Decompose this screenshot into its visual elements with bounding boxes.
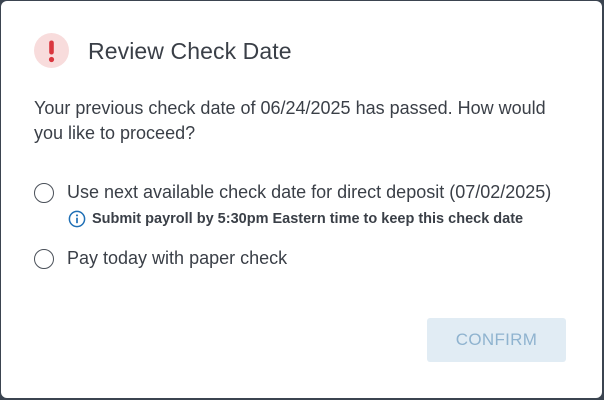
dialog-message: Your previous check date of 06/24/2025 h… [34,98,546,143]
option-direct-deposit[interactable]: Use next available check date for direct… [34,182,551,203]
option-paper-check-label: Pay today with paper check [67,248,288,268]
dialog-title: Review Check Date [88,38,292,64]
review-check-date-dialog: Review Check Date Your previous check da… [1,1,602,398]
radio-direct-deposit[interactable] [34,182,54,203]
radio-paper-check[interactable] [34,248,54,269]
confirm-button[interactable]: CONFIRM [427,318,566,362]
option-direct-deposit-label: Use next available check date for direct… [67,182,552,202]
exclamation-icon [34,33,69,68]
check-date-hint: Submit payroll by 5:30pm Eastern time to… [68,210,523,228]
option-paper-check[interactable]: Pay today with paper check [34,248,287,269]
hint-text: Submit payroll by 5:30pm Eastern time to… [92,211,524,227]
info-icon [68,210,86,228]
